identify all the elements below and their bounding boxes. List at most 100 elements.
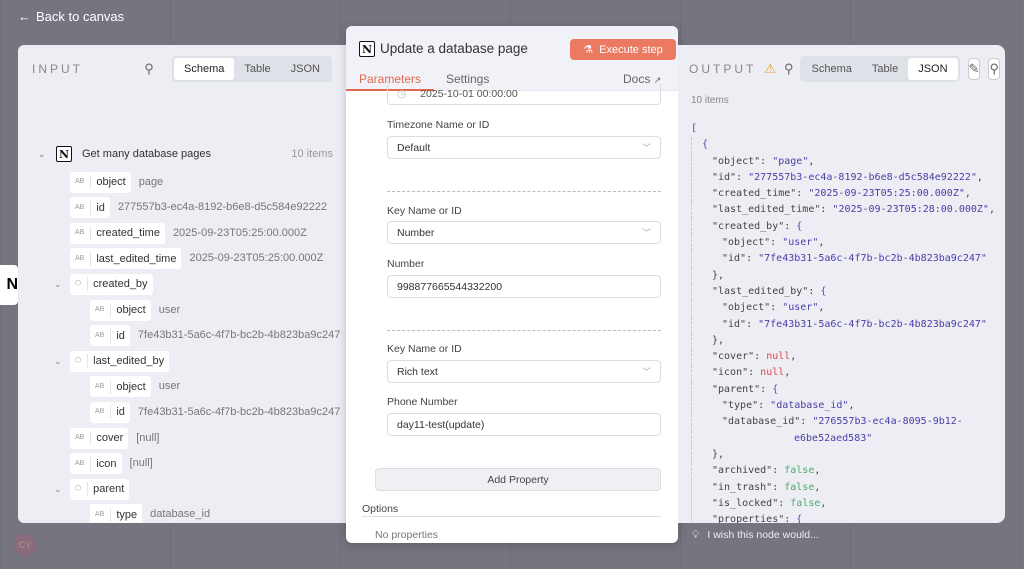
search-icon[interactable]: ⚲ xyxy=(784,58,794,80)
warning-icon: ⚠ xyxy=(764,61,776,76)
chevron-down-icon[interactable]: ⌄ xyxy=(54,356,62,367)
field-value: 7fe43b31-5a6c-4f7b-bc2b-4b823ba9c247 xyxy=(137,405,341,418)
execute-step-button[interactable]: ⚗ Execute step xyxy=(570,39,676,60)
json-viewer: [{"object": "page", "id": "277557b3-ec4a-… xyxy=(691,121,995,523)
divider xyxy=(387,330,661,331)
key-name-select[interactable]: Rich text ﹀ xyxy=(387,360,661,383)
field-key: object xyxy=(96,176,126,188)
string-type-icon: AB xyxy=(95,303,112,317)
json-line: }, xyxy=(691,332,995,350)
field-value: user xyxy=(158,380,181,393)
edit-pencil-icon[interactable]: ✎ xyxy=(967,58,981,80)
output-view-switch: Schema Table JSON xyxy=(799,56,960,82)
chevron-down-icon: ﹀ xyxy=(641,143,651,153)
notion-icon: N xyxy=(56,146,72,162)
schema-row[interactable]: AB id 277557b3-ec4a-8192-b6e8-d5c584e92222 xyxy=(70,197,327,219)
phone-number-input[interactable]: day11-test(update) xyxy=(387,413,661,436)
no-properties-text: No properties xyxy=(375,529,439,541)
schema-row[interactable]: ⌄ ⬡ last_edited_by xyxy=(54,350,170,372)
json-line: "object": "user", xyxy=(691,235,995,252)
date-field[interactable]: ◷ 2025-10-01 00:00:00 xyxy=(387,83,661,105)
string-type-icon: AB xyxy=(75,431,92,445)
field-key: last_edited_by xyxy=(93,355,165,368)
schema-row[interactable]: AB last_edited_time 2025-09-23T05:25:00.00… xyxy=(70,248,323,270)
key-name-select[interactable]: Number ﹀ xyxy=(387,221,661,244)
field-key: created_time xyxy=(96,227,160,240)
json-line: "database_id": "276557b3-ec4a-8095-9b12- xyxy=(691,414,995,431)
field-key: last_edited_time xyxy=(96,252,177,265)
output-item-count: 10 items xyxy=(691,95,729,106)
string-type-icon: AB xyxy=(95,405,112,420)
number-input[interactable]: 998877665544332200 xyxy=(387,275,661,298)
field-key: id xyxy=(96,201,105,214)
json-line: e6be52aed583" xyxy=(691,430,995,447)
json-line: "properties": { xyxy=(691,512,995,523)
object-type-icon: ⬡ xyxy=(75,277,89,292)
notion-node-icon: N xyxy=(0,265,18,305)
timezone-label: Timezone Name or ID xyxy=(387,119,490,131)
arrow-left-icon: ← xyxy=(18,9,31,24)
divider xyxy=(387,191,661,192)
field-key: parent xyxy=(93,483,125,496)
input-view-json[interactable]: JSON xyxy=(281,58,330,80)
field-value: [null] xyxy=(129,457,153,470)
string-type-icon: AB xyxy=(75,251,92,266)
field-value: 2025-09-23T05:25:00.000Z xyxy=(172,226,307,239)
json-line: "archived": false, xyxy=(691,463,995,480)
json-line: "object": "user", xyxy=(691,300,995,317)
schema-row[interactable]: ⌄ ⬡ parent xyxy=(54,478,130,500)
chevron-down-icon[interactable]: ⌄ xyxy=(54,279,62,290)
add-property-button[interactable]: Add Property xyxy=(375,468,661,491)
schema-row[interactable]: AB object user xyxy=(90,299,180,321)
input-panel: INPUT ⚲ Schema Table JSON ⌄ N Get many d… xyxy=(18,45,346,523)
node-header[interactable]: ⌄ N Get many database pages 10 items xyxy=(38,143,333,165)
json-line: "last_edited_by": { xyxy=(691,283,995,301)
output-view-json[interactable]: JSON xyxy=(908,58,958,80)
node-parameters-panel: N Update a database page ⚗ Execute step P… xyxy=(346,26,678,543)
json-line: "last_edited_time": "2025-09-23T05:28:00… xyxy=(691,202,995,219)
json-line: "in_trash": false, xyxy=(691,479,995,496)
output-view-schema[interactable]: Schema xyxy=(802,58,862,80)
json-line: "cover": null, xyxy=(691,349,995,366)
feedback-link[interactable]: 💡︎ I wish this node would... xyxy=(692,529,819,542)
node-title[interactable]: Update a database page xyxy=(380,41,528,56)
avatar[interactable]: CY xyxy=(14,534,36,556)
json-line: "id": "7fe43b31-5a6c-4f7b-bc2b-4b823ba9c… xyxy=(691,251,995,268)
field-key: id xyxy=(116,406,125,419)
schema-row[interactable]: AB icon [null] xyxy=(70,453,153,475)
timezone-select[interactable]: Default ﹀ xyxy=(387,136,661,159)
schema-row[interactable]: AB type database_id xyxy=(90,504,210,523)
json-line: { xyxy=(691,137,995,154)
pin-icon[interactable]: ⚲ xyxy=(988,58,1000,80)
key-name-label: Key Name or ID xyxy=(387,205,462,217)
json-line: "icon": null, xyxy=(691,365,995,382)
input-view-table[interactable]: Table xyxy=(234,58,280,80)
schema-row[interactable]: AB created_time 2025-09-23T05:25:00.000Z xyxy=(70,222,307,244)
output-view-table[interactable]: Table xyxy=(862,58,908,80)
schema-row[interactable]: AB id 7fe43b31-5a6c-4f7b-bc2b-4b823ba9c247 xyxy=(90,401,340,423)
field-key: object xyxy=(116,380,146,393)
schema-row[interactable]: ⌄ ⬡ created_by xyxy=(54,273,153,295)
node-name: Get many database pages xyxy=(82,148,212,160)
search-icon[interactable]: ⚲ xyxy=(138,58,160,80)
json-line: "type": "database_id", xyxy=(691,398,995,415)
schema-row[interactable]: AB id 7fe43b31-5a6c-4f7b-bc2b-4b823ba9c247 xyxy=(90,325,340,347)
lightbulb-icon: 💡︎ xyxy=(692,529,700,541)
schema-row[interactable]: AB cover [null] xyxy=(70,427,160,449)
chevron-down-icon[interactable]: ⌄ xyxy=(54,484,62,495)
field-value: user xyxy=(158,303,181,316)
input-view-schema[interactable]: Schema xyxy=(174,58,235,80)
output-title: OUTPUT xyxy=(689,62,757,76)
chevron-down-icon: ⌄ xyxy=(38,148,46,159)
field-value: [null] xyxy=(136,431,160,444)
schema-row[interactable]: AB object page xyxy=(70,171,163,193)
json-line: "is_locked": false, xyxy=(691,495,995,513)
string-type-icon: AB xyxy=(75,200,92,215)
back-to-canvas-button[interactable]: ← Back to canvas xyxy=(18,9,124,24)
field-key: object xyxy=(116,304,146,316)
field-key: icon xyxy=(96,457,117,470)
schema-row[interactable]: AB object user xyxy=(90,376,180,398)
field-key: id xyxy=(116,329,125,342)
json-line: "created_by": { xyxy=(691,218,995,236)
item-count: 10 items xyxy=(291,148,333,160)
